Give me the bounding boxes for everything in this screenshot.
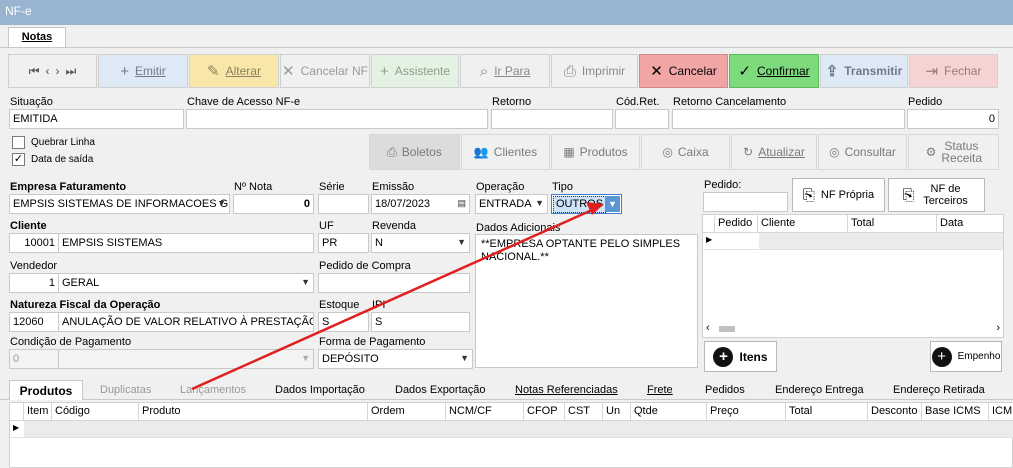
- main-panel: ⏮ ‹ › ⏭ + Emitir ✎ Alterar ✕ Cancelar NF + A…: [0, 47, 1013, 468]
- tab-notas[interactable]: Notas: [8, 27, 66, 47]
- arrow-line: [191, 208, 593, 391]
- annotation-arrow: [191, 202, 604, 391]
- tab-strip: Notas: [0, 25, 1013, 47]
- arrow-head: [586, 202, 604, 215]
- window-title: NF-e: [0, 0, 1013, 25]
